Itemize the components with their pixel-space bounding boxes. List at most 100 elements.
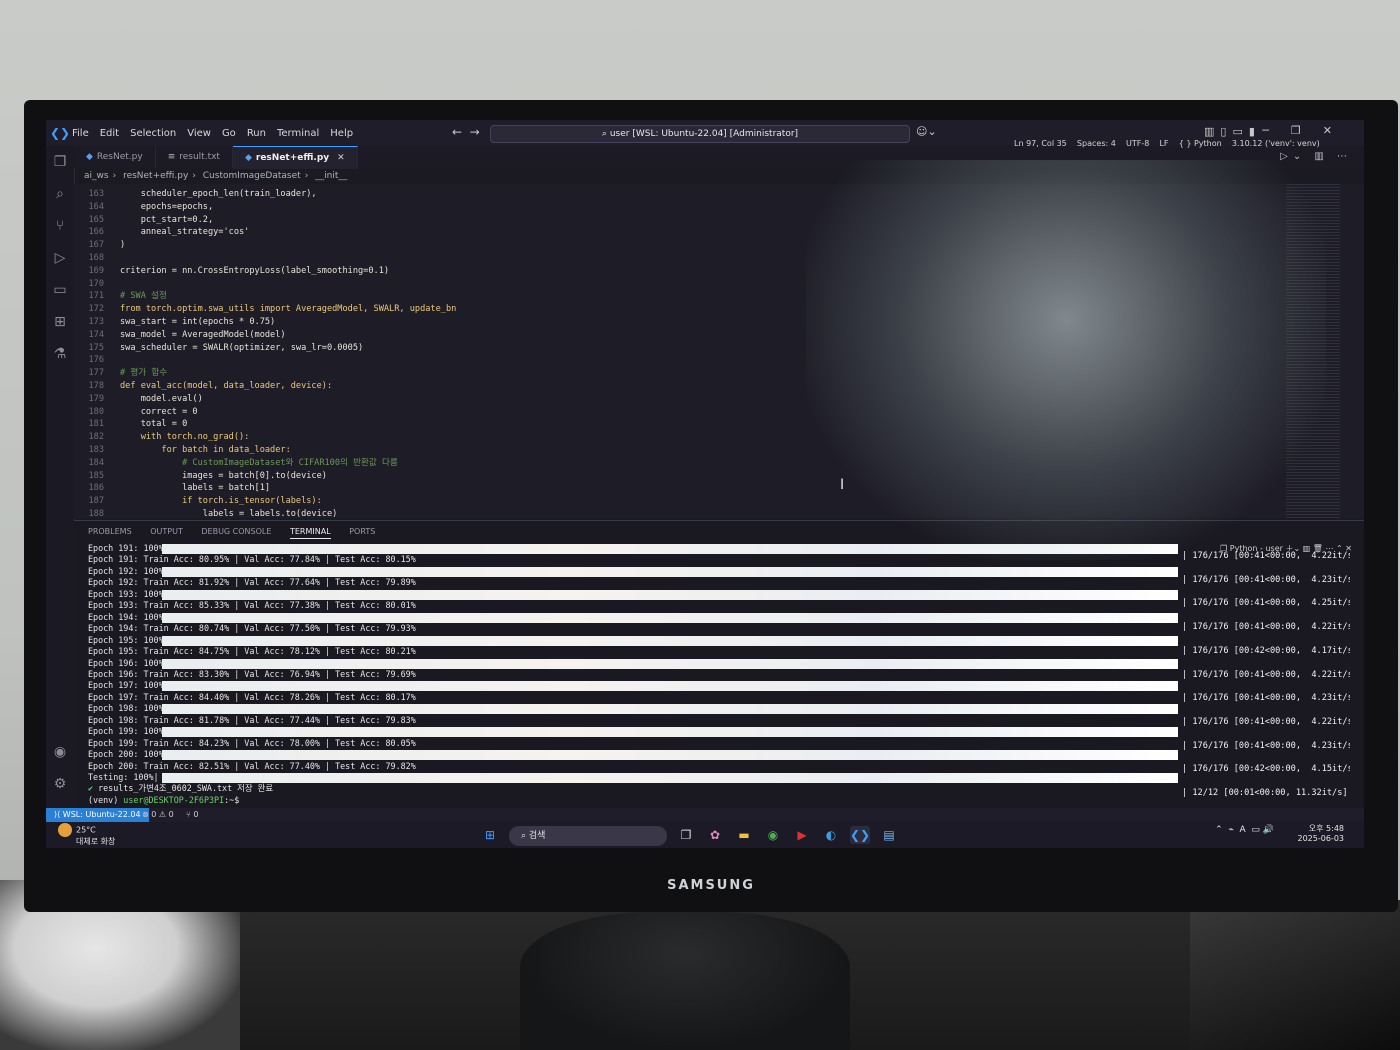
code-line[interactable]: 177 # 평가 함수 (74, 367, 167, 380)
menu-help[interactable]: Help (330, 128, 353, 139)
code-text: correct = 0 (120, 406, 198, 417)
copilot-icon[interactable]: ☺⌄ (916, 125, 937, 138)
windows-start-icon[interactable]: ⊞ (480, 826, 500, 844)
panel-tab-ports[interactable]: PORTS (349, 527, 375, 536)
extensions-icon[interactable]: ⊞ (52, 314, 68, 330)
line-number: 186 (88, 483, 104, 494)
line-number: 177 (88, 368, 104, 379)
code-line[interactable]: 171 # SWA 설정 (74, 290, 166, 303)
menu-view[interactable]: View (187, 128, 211, 139)
code-line[interactable]: 188 labels = labels.to(device) (74, 508, 337, 518)
editor-actions[interactable]: ▷⌄ ▥ ⋯ (1280, 151, 1352, 162)
breadcrumb-class[interactable]: CustomImageDataset (203, 171, 301, 181)
settings-gear-icon[interactable]: ⚙ (52, 776, 68, 792)
progress-rate: | 176/176 [00:41<00:00, 4.22it/s] (1182, 551, 1350, 561)
code-line[interactable]: 185 images = batch[0].to(device) (74, 470, 327, 483)
code-line[interactable]: 164 epochs=epochs, (74, 201, 213, 214)
remote-indicator[interactable]: ⟩⟨ WSL: Ubuntu-22.04 (46, 808, 149, 822)
code-line[interactable]: 168 (74, 252, 120, 265)
system-tray-icons[interactable]: ⌃ ⌁ A ▭ 🔊 (1215, 825, 1274, 835)
code-line[interactable]: 180 correct = 0 (74, 406, 198, 419)
code-line[interactable]: 176 (74, 354, 120, 367)
code-line[interactable]: 181 total = 0 (74, 418, 187, 431)
close-icon[interactable]: ✕ (337, 153, 345, 163)
progress-rate: | 176/176 [00:41<00:00, 4.23it/s] (1182, 574, 1350, 585)
explorer-icon[interactable]: ❐ (52, 154, 68, 170)
menu-selection[interactable]: Selection (130, 128, 176, 139)
taskbar-search[interactable]: ⌕ 검색 (509, 826, 667, 846)
terminal-output[interactable]: Epoch 191: 100%| Epoch 191: Train Acc: 80… (88, 543, 1350, 809)
testing-icon[interactable]: ⚗ (52, 346, 68, 362)
edge-icon[interactable]: ◐ (821, 826, 841, 844)
minimap[interactable] (1286, 184, 1340, 518)
code-line[interactable]: 163 scheduler_epoch_len(train_loader), (74, 188, 316, 201)
layout-toggle-icons[interactable]: ▥▯▭▮ (1204, 125, 1261, 138)
code-line[interactable]: 179 model.eval() (74, 393, 203, 406)
code-line[interactable]: 183 for batch in data_loader: (74, 444, 290, 457)
tab-resnet[interactable]: ◆ ResNet.py (74, 146, 156, 168)
code-line[interactable]: 174 swa_model = AveragedModel(model) (74, 329, 285, 342)
terminal-line: Epoch 195: Train Acc: 84.75% | Val Acc: … (88, 646, 416, 657)
shell-prompt[interactable]: (venv) user@DESKTOP-2F6P3PI:~$ (88, 795, 239, 807)
ports-count[interactable]: ⑂ 0 (186, 808, 198, 822)
code-line[interactable]: 166 anneal_strategy='cos' (74, 226, 249, 239)
menu-file[interactable]: File (72, 128, 89, 139)
problems-count[interactable]: ⊗ 0 ⚠ 0 (142, 808, 174, 822)
terminal-line: Epoch 200: Train Acc: 82.51% | Val Acc: … (88, 760, 416, 771)
progress-bar (162, 681, 1178, 692)
line-number: 188 (88, 509, 104, 518)
terminal-line: Epoch 193: 100%| (88, 588, 169, 599)
code-line[interactable]: 170 (74, 278, 120, 291)
copilot-app-icon[interactable]: ✿ (705, 826, 725, 844)
file-explorer-icon[interactable]: ▬ (734, 826, 754, 844)
clock[interactable]: 오후 5:48 2025-06-03 (1298, 824, 1345, 844)
code-line[interactable]: 184 # CustomImageDataset와 CIFAR100의 반환값 … (74, 457, 397, 470)
remote-explorer-icon[interactable]: ▭ (52, 282, 68, 298)
code-line[interactable]: 173 swa_start = int(epochs * 0.75) (74, 316, 275, 329)
editor-tabs: ◆ ResNet.py ≡ result.txt ◆ resNet+effi.py ✕ (74, 146, 1364, 169)
tab-resnet-effi[interactable]: ◆ resNet+effi.py ✕ (232, 146, 358, 169)
panel-tab-output[interactable]: OUTPUT (150, 527, 183, 536)
progress-bar (162, 612, 1178, 623)
code-line[interactable]: 175 swa_scheduler = SWALR(optimizer, swa_… (74, 342, 363, 355)
search-icon[interactable]: ⌕ (52, 186, 68, 202)
tab-result[interactable]: ≡ result.txt (156, 146, 233, 168)
source-control-icon[interactable]: ⑂ (52, 218, 68, 234)
code-line[interactable]: 186 labels = batch[1] (74, 482, 270, 495)
line-number: 163 (88, 189, 104, 199)
vscode-taskbar-icon[interactable]: ❮❯ (850, 826, 870, 844)
weather-widget[interactable]: 25°C 대체로 화창 (58, 823, 115, 847)
menu-edit[interactable]: Edit (100, 128, 119, 139)
panel-tab-problems[interactable]: PROBLEMS (88, 527, 132, 536)
notepad-icon[interactable]: ▤ (879, 826, 899, 844)
menu-run[interactable]: Run (247, 128, 266, 139)
window-controls[interactable]: ─❐✕ (1262, 124, 1354, 137)
nav-back-forward-icon[interactable]: ← → (452, 125, 480, 139)
youtube-icon[interactable]: ▶ (792, 826, 812, 844)
task-view-icon[interactable]: ❐ (676, 826, 696, 844)
breadcrumb-file[interactable]: resNet+effi.py (123, 171, 188, 181)
account-icon[interactable]: ◉ (52, 744, 68, 760)
terminal-line: Epoch 196: 100%| (88, 657, 169, 668)
progress-rate: | 176/176 [00:42<00:00, 4.15it/s] (1182, 764, 1350, 775)
code-line[interactable]: 172 from torch.optim.swa_utils import Ave… (74, 303, 456, 316)
menu-terminal[interactable]: Terminal (277, 128, 319, 139)
code-line[interactable]: 169 criterion = nn.CrossEntropyLoss(label… (74, 265, 389, 278)
code-line[interactable]: 187 if torch.is_tensor(labels): (74, 495, 321, 508)
code-line[interactable]: 167) (74, 239, 125, 252)
chrome-icon[interactable]: ◉ (763, 826, 783, 844)
panel-tab-terminal[interactable]: TERMINAL (289, 527, 331, 539)
breadcrumb-method[interactable]: __init__ (315, 171, 347, 181)
panel-tab-debug-console[interactable]: DEBUG CONSOLE (201, 527, 271, 536)
code-line[interactable]: 182 with torch.no_grad(): (74, 431, 249, 444)
code-text: model.eval() (120, 393, 203, 404)
command-center[interactable]: ⌕ user [WSL: Ubuntu-22.04] [Administrato… (490, 125, 910, 143)
menu-go[interactable]: Go (222, 128, 236, 139)
run-debug-icon[interactable]: ▷ (52, 250, 68, 266)
code-line[interactable]: 178 def eval_acc(model, data_loader, devi… (74, 380, 332, 393)
status-right[interactable]: Ln 97, Col 35 Spaces: 4 UTF-8 LF { } Pyt… (1014, 139, 1320, 148)
code-editor[interactable]: I 163 scheduler_epoch_len(train_loader),… (74, 184, 1364, 518)
breadcrumb-folder[interactable]: ai_ws (84, 171, 109, 181)
search-icon: ⌕ (521, 831, 529, 841)
code-line[interactable]: 165 pct_start=0.2, (74, 214, 213, 227)
